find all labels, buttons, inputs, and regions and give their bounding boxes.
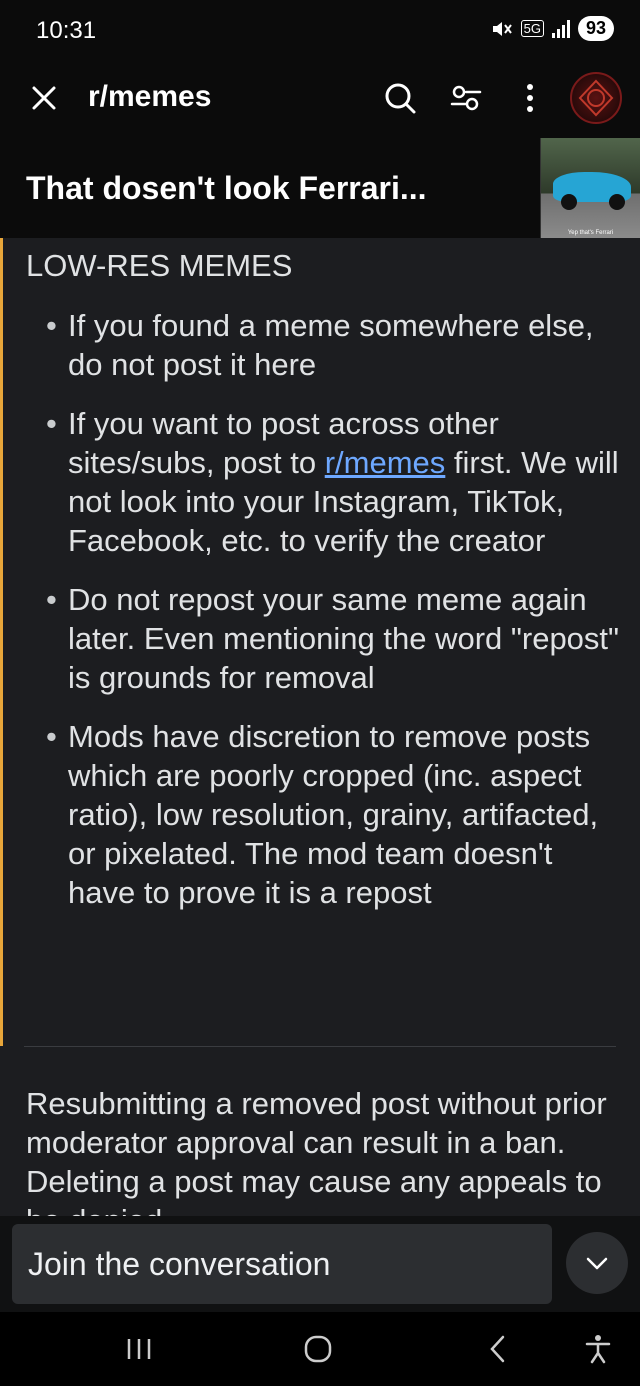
status-icons: 5G 93 bbox=[491, 16, 614, 41]
list-item: Do not repost your same meme again later… bbox=[44, 580, 624, 697]
close-icon[interactable] bbox=[26, 80, 62, 116]
search-icon[interactable] bbox=[380, 78, 420, 118]
post-thumbnail[interactable]: Yep that's Ferrari bbox=[540, 138, 640, 238]
comment-bar: Join the conversation bbox=[0, 1216, 640, 1312]
chevron-down-icon bbox=[586, 1257, 608, 1270]
filter-icon[interactable] bbox=[446, 78, 486, 118]
recent-apps-icon bbox=[127, 1339, 151, 1359]
status-bar: 10:31 5G 93 bbox=[0, 0, 640, 64]
avatar-emblem-icon bbox=[578, 79, 614, 117]
signal-icon bbox=[551, 19, 570, 38]
subreddit-link[interactable]: r/memes bbox=[325, 445, 446, 480]
rules-list: If you found a meme somewhere else, do n… bbox=[44, 306, 624, 932]
accessibility-icon bbox=[585, 1335, 611, 1364]
list-item: If you found a meme somewhere else, do n… bbox=[44, 306, 624, 384]
subreddit-name[interactable]: r/memes bbox=[88, 80, 211, 114]
rules-content[interactable]: LOW-RES MEMES If you found a meme somewh… bbox=[0, 238, 640, 1216]
list-item: If you want to post across other sites/s… bbox=[44, 404, 624, 560]
rules-heading: LOW-RES MEMES bbox=[26, 248, 293, 283]
thumbnail-caption: Yep that's Ferrari bbox=[567, 230, 614, 236]
battery-indicator: 93 bbox=[577, 16, 614, 41]
avatar[interactable] bbox=[570, 72, 622, 124]
more-options-icon[interactable] bbox=[510, 78, 550, 118]
back-icon bbox=[490, 1335, 505, 1363]
system-nav-bar bbox=[0, 1312, 640, 1386]
divider bbox=[24, 1046, 616, 1047]
post-title-bar: That dosen't look Ferrari... Yep that's … bbox=[0, 138, 640, 238]
status-time: 10:31 bbox=[36, 17, 97, 44]
mute-icon bbox=[492, 21, 512, 36]
recent-apps-button[interactable] bbox=[119, 1332, 159, 1366]
list-item: Mods have discretion to remove posts whi… bbox=[44, 717, 624, 912]
comment-placeholder: Join the conversation bbox=[28, 1245, 331, 1282]
comment-input[interactable]: Join the conversation bbox=[12, 1224, 552, 1304]
collapse-button[interactable] bbox=[566, 1232, 628, 1294]
quote-bar bbox=[0, 238, 3, 1046]
network-label: 5G bbox=[520, 20, 544, 37]
accessibility-button[interactable] bbox=[578, 1332, 618, 1366]
home-icon bbox=[304, 1335, 332, 1363]
top-bar: r/memes bbox=[0, 64, 640, 138]
post-title[interactable]: That dosen't look Ferrari... bbox=[26, 170, 427, 207]
back-button[interactable] bbox=[478, 1332, 518, 1366]
removal-notice: Resubmitting a removed post without prio… bbox=[26, 1086, 607, 1216]
home-button[interactable] bbox=[298, 1332, 338, 1366]
